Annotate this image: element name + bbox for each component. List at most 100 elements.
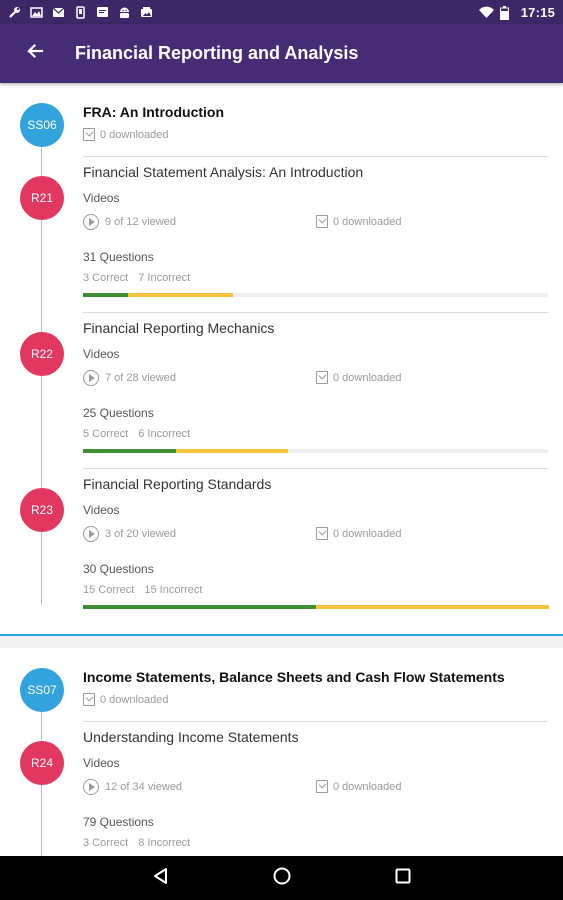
- viewed-count: 9 of 12 viewed: [105, 216, 176, 228]
- status-time: 17:15: [520, 4, 555, 20]
- session-download[interactable]: 0 downloaded: [83, 128, 169, 141]
- page-title: Financial Reporting and Analysis: [75, 43, 359, 63]
- videos-label: Videos: [83, 191, 120, 205]
- home-circle-icon: [273, 867, 291, 890]
- reading-badge: R23: [20, 488, 64, 532]
- divider: [83, 312, 548, 313]
- recents-square-icon: [395, 868, 411, 889]
- score-row: 3 Correct 8 Incorrect: [83, 837, 190, 849]
- divider: [83, 156, 548, 157]
- arrow-left-icon: [26, 42, 44, 65]
- nav-home-button[interactable]: [262, 858, 302, 898]
- battery-icon: [499, 5, 513, 20]
- nav-back-button[interactable]: [141, 858, 181, 898]
- viewed-count: 3 of 20 viewed: [105, 528, 176, 540]
- questions-count: 31 Questions: [83, 250, 154, 264]
- reading-r21[interactable]: R21 Financial Statement Analysis: An Int…: [0, 156, 563, 312]
- download-count: 0 downloaded: [333, 780, 402, 793]
- session-badge: SS06: [20, 103, 64, 147]
- reading-download[interactable]: 0 downloaded: [316, 371, 402, 384]
- correct-count: 5 Correct: [83, 428, 129, 440]
- section-divider: [0, 634, 563, 648]
- questions-count: 30 Questions: [83, 562, 154, 576]
- questions-count: 79 Questions: [83, 815, 154, 829]
- session-header[interactable]: SS06 FRA: An Introduction 0 downloaded: [0, 83, 563, 156]
- app-bar: Financial Reporting and Analysis: [0, 24, 563, 83]
- reading-download[interactable]: 0 downloaded: [316, 215, 402, 228]
- download-icon: [83, 128, 95, 141]
- phone-icon: [74, 5, 87, 19]
- incorrect-count: 8 Incorrect: [138, 837, 191, 849]
- download-icon: [316, 780, 328, 793]
- status-bar: 17:15: [0, 0, 563, 24]
- android-icon: [118, 6, 131, 19]
- session-title: FRA: An Introduction: [83, 104, 225, 120]
- progress-bar: [83, 605, 549, 609]
- session-download[interactable]: 0 downloaded: [83, 693, 169, 706]
- wrench-icon: [8, 6, 21, 19]
- reading-r22[interactable]: R22 Financial Reporting Mechanics Videos…: [0, 312, 563, 468]
- play-icon: [83, 779, 99, 795]
- study-session-ss07: SS07 Income Statements, Balance Sheets a…: [0, 648, 563, 856]
- divider: [83, 468, 548, 469]
- incorrect-count: 7 Incorrect: [138, 272, 191, 284]
- videos-label: Videos: [83, 756, 120, 770]
- download-count: 0 downloaded: [333, 371, 402, 384]
- download-count: 0 downloaded: [100, 693, 169, 706]
- progress-incorrect: [316, 605, 549, 609]
- videos-viewed[interactable]: 7 of 28 viewed: [83, 370, 176, 386]
- score-row: 5 Correct 6 Incorrect: [83, 428, 190, 440]
- session-badge: SS07: [20, 668, 64, 712]
- mail-icon: [52, 6, 65, 19]
- session-title: Income Statements, Balance Sheets and Ca…: [83, 669, 505, 685]
- play-icon: [83, 214, 99, 230]
- score-row: 15 Correct 15 Incorrect: [83, 584, 202, 596]
- app-screen: 17:15 Financial Reporting and Analysis S…: [0, 0, 563, 900]
- reading-download[interactable]: 0 downloaded: [316, 780, 402, 793]
- session-header[interactable]: SS07 Income Statements, Balance Sheets a…: [0, 648, 563, 721]
- download-count: 0 downloaded: [100, 128, 169, 141]
- progress-correct: [83, 449, 176, 453]
- reading-download[interactable]: 0 downloaded: [316, 527, 402, 540]
- image-icon: [30, 6, 43, 19]
- reading-title: Understanding Income Statements: [83, 729, 299, 745]
- progress-bar: [83, 293, 548, 297]
- download-icon: [83, 693, 95, 706]
- study-session-list[interactable]: SS06 FRA: An Introduction 0 downloaded R…: [0, 83, 563, 856]
- videos-label: Videos: [83, 503, 120, 517]
- videos-viewed[interactable]: 9 of 12 viewed: [83, 214, 176, 230]
- back-triangle-icon: [152, 867, 170, 890]
- download-icon: [316, 215, 328, 228]
- progress-incorrect: [176, 449, 288, 453]
- download-icon: [316, 371, 328, 384]
- progress-bar: [83, 449, 548, 453]
- reading-title: Financial Reporting Mechanics: [83, 320, 275, 336]
- videos-label: Videos: [83, 347, 120, 361]
- viewed-count: 12 of 34 viewed: [105, 781, 183, 793]
- photo-icon: [140, 6, 153, 19]
- score-row: 3 Correct 7 Incorrect: [83, 272, 190, 284]
- download-count: 0 downloaded: [333, 215, 402, 228]
- progress-correct: [83, 293, 128, 297]
- videos-viewed[interactable]: 3 of 20 viewed: [83, 526, 176, 542]
- wifi-icon: [478, 6, 494, 19]
- incorrect-count: 6 Incorrect: [138, 428, 191, 440]
- progress-correct: [83, 605, 316, 609]
- progress-incorrect: [128, 293, 233, 297]
- system-nav-bar: [0, 856, 563, 900]
- reading-badge: R22: [20, 332, 64, 376]
- play-icon: [83, 370, 99, 386]
- reading-title: Financial Reporting Standards: [83, 476, 272, 492]
- reading-badge: R24: [20, 741, 64, 785]
- download-count: 0 downloaded: [333, 527, 402, 540]
- play-icon: [83, 526, 99, 542]
- study-session-ss06: SS06 FRA: An Introduction 0 downloaded R…: [0, 83, 563, 634]
- back-button[interactable]: [15, 34, 55, 74]
- nav-recents-button[interactable]: [383, 858, 423, 898]
- reading-r24[interactable]: R24 Understanding Income Statements Vide…: [0, 721, 563, 856]
- download-icon: [316, 527, 328, 540]
- viewed-count: 7 of 28 viewed: [105, 372, 176, 384]
- message-icon: [96, 6, 109, 19]
- reading-r23[interactable]: R23 Financial Reporting Standards Videos…: [0, 468, 563, 634]
- videos-viewed[interactable]: 12 of 34 viewed: [83, 779, 182, 795]
